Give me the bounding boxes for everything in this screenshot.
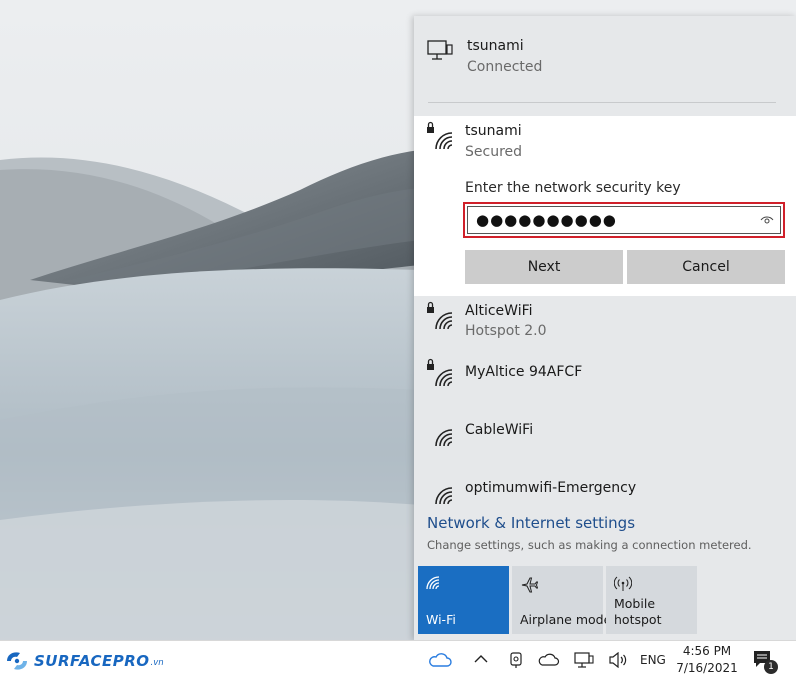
surfacepro-logo-icon [7,652,27,670]
network-name: CableWiFi [465,422,534,438]
taskbar: SURFACEPRO .vn ENG 4:56 PM 7/16/2021 1 [0,640,796,679]
network-status: Hotspot 2.0 [465,323,547,339]
system-clock[interactable]: 4:56 PM 7/16/2021 [674,643,740,677]
connected-network-name: tsunami [467,38,524,54]
network-item-alticewifi[interactable]: AlticeWiFi Hotspot 2.0 [414,296,796,354]
network-flyout: tsunami Connected tsunami Secured Enter … [414,16,796,640]
secured-wifi-icon [427,121,453,150]
airplane-mode-quick-action[interactable]: Airplane mode [512,566,611,634]
reveal-password-eye-icon[interactable] [760,215,774,225]
next-button[interactable]: Next [465,250,623,284]
secured-wifi-icon [427,358,453,387]
security-key-field [467,206,781,234]
wifi-quick-action[interactable]: Wi-Fi [418,566,509,634]
network-item-cablewifi[interactable]: CableWiFi [414,412,796,470]
security-key-field-focus-ring [463,202,785,238]
wifi-icon [435,487,453,505]
selected-network-name: tsunami [465,123,522,139]
meet-now-camera-icon[interactable] [508,651,524,669]
mobile-hotspot-label: Mobile hotspot [614,596,662,627]
airplane-icon [521,577,538,593]
onedrive-cloud-icon[interactable] [428,652,452,668]
network-wired-icon[interactable] [574,652,594,669]
divider [428,102,776,103]
network-name: AlticeWiFi [465,303,533,319]
notification-count-badge: 1 [764,660,778,674]
cloud-status-icon[interactable] [538,653,560,667]
network-settings-link[interactable]: Network & Internet settings [427,514,635,532]
wifi-icon [435,429,453,447]
clock-time: 4:56 PM [682,644,732,658]
input-language-indicator[interactable]: ENG [640,653,666,667]
network-name: MyAltice 94AFCF [465,364,583,380]
wifi-quick-action-label: Wi-Fi [426,612,456,627]
selected-network-status: Secured [465,144,523,160]
secured-wifi-icon [427,301,453,330]
airplane-mode-label: Airplane mode [520,612,612,627]
wired-monitor-icon [427,40,453,60]
cancel-button[interactable]: Cancel [627,250,785,284]
security-key-label: Enter the network security key [465,180,681,196]
clock-date: 7/16/2021 [676,661,738,675]
selected-network-panel: tsunami Secured Enter the network securi… [414,116,796,296]
network-item-myaltice[interactable]: MyAltice 94AFCF [414,354,796,412]
speaker-volume-icon[interactable] [608,652,628,668]
connected-network-item[interactable]: tsunami Connected [414,16,796,120]
mobile-hotspot-quick-action[interactable]: Mobile hotspot [606,566,697,634]
hotspot-icon [614,576,632,591]
wifi-icon [426,576,440,590]
surfacepro-watermark-logo: SURFACEPRO .vn [4,649,164,673]
network-name: optimumwifi-Emergency [465,480,637,496]
security-key-input[interactable] [468,207,758,233]
chevron-up-icon[interactable] [474,654,488,664]
connected-network-status: Connected [467,59,543,75]
brand-suffix: .vn [150,658,164,668]
brand-text: SURFACEPRO [34,652,150,670]
network-settings-description: Change settings, such as making a connec… [427,538,752,552]
